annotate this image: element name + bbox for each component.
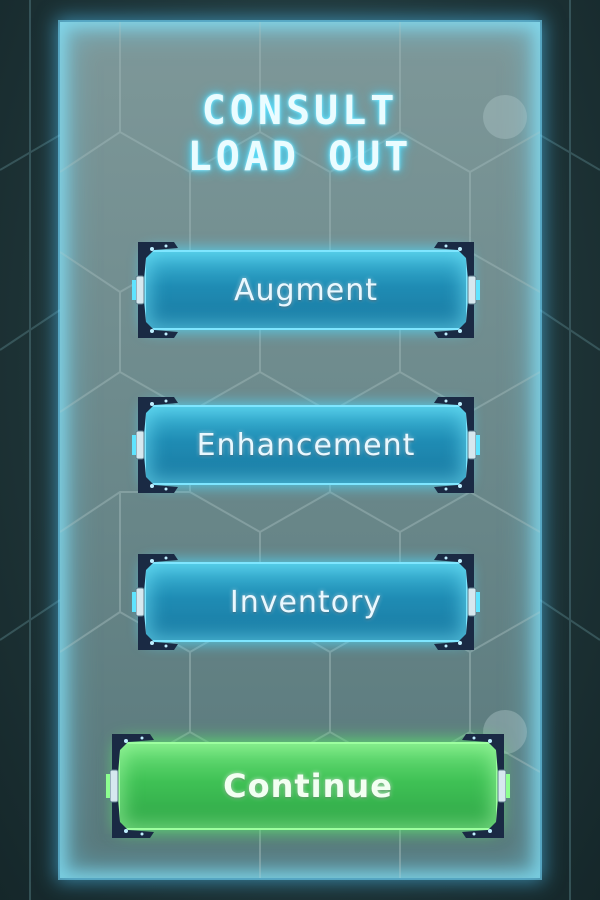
- game-screen: CONSULT LOAD OUT Augment Enhancement Inv…: [0, 0, 600, 900]
- title-line-2: LOAD OUT: [187, 134, 413, 180]
- continue-label: Continue: [223, 767, 393, 805]
- inventory-label: Inventory: [229, 584, 383, 620]
- augment-label: Augment: [233, 272, 379, 308]
- title-line-1: CONSULT: [201, 88, 399, 134]
- continue-button[interactable]: Continue: [104, 732, 512, 840]
- augment-button[interactable]: Augment: [130, 240, 482, 340]
- enhancement-button[interactable]: Enhancement: [130, 395, 482, 495]
- inventory-button[interactable]: Inventory: [130, 552, 482, 652]
- enhancement-label: Enhancement: [196, 427, 416, 463]
